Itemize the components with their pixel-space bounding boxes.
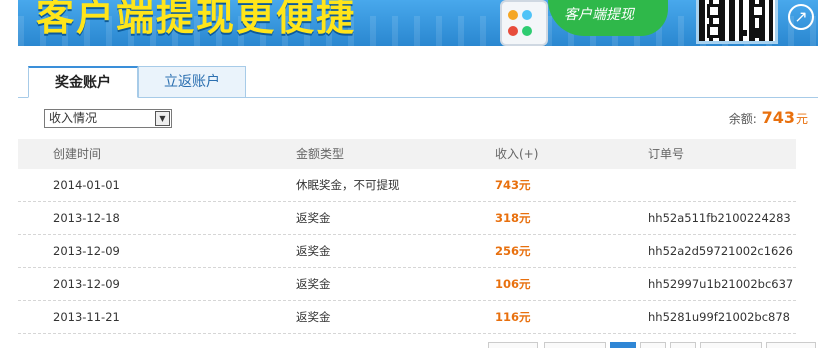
promo-banner[interactable]: 客户端提现更便捷 客户端提现 ↗ <box>18 0 818 46</box>
cell-order: hh52a2d59721002c1626 <box>648 244 793 258</box>
cell-order: hh52a511fb2100224283 <box>648 211 791 225</box>
balance-label: 余额: <box>728 112 757 126</box>
header-order-number: 订单号 <box>648 147 685 161</box>
cell-type: 返奖金 <box>296 244 331 258</box>
cell-date: 2013-12-09 <box>53 277 120 291</box>
income-table: 创建时间 金额类型 收入(+) 订单号 2014-01-01 休眠奖金，不可提现… <box>18 139 796 334</box>
cell-date: 2013-12-18 <box>53 211 120 225</box>
table-row: 2014-01-01 休眠奖金，不可提现 743元 <box>18 169 796 202</box>
cell-amount: 106元 <box>495 277 531 291</box>
pagination-next-button[interactable] <box>700 342 762 348</box>
header-amount-type: 金额类型 <box>296 147 345 161</box>
banner-bubble-text: 客户端提现 <box>564 7 634 23</box>
banner-headline: 客户端提现更便捷 <box>36 0 357 39</box>
cell-date: 2013-11-21 <box>53 310 120 324</box>
cell-amount: 318元 <box>495 211 531 225</box>
banner-speech-bubble: 客户端提现 <box>548 0 668 36</box>
table-row: 2013-11-21 返奖金 116元 hh5281u99f21002bc878 <box>18 301 796 334</box>
header-created-time: 创建时间 <box>53 147 102 161</box>
qr-code-icon <box>696 0 778 44</box>
chevron-down-icon[interactable]: ▼ <box>155 111 170 126</box>
balance-unit: 元 <box>795 112 808 126</box>
pagination-page-button[interactable] <box>640 342 666 348</box>
table-row: 2013-12-09 返奖金 106元 hh52997u1b21002bc637 <box>18 268 796 301</box>
cell-type: 返奖金 <box>296 310 331 324</box>
cell-type: 返奖金 <box>296 211 331 225</box>
cell-order: hh52997u1b21002bc637 <box>648 277 794 291</box>
cell-date: 2014-01-01 <box>53 178 120 192</box>
income-filter-select[interactable]: 收入情况 ▼ <box>44 109 172 128</box>
pagination-prev-button[interactable] <box>544 342 606 348</box>
arrow-up-right-icon: ↗ <box>788 4 814 30</box>
cell-order: hh5281u99f21002bc878 <box>648 310 790 324</box>
balance-value: 743 <box>761 108 795 127</box>
cell-date: 2013-12-09 <box>53 244 120 258</box>
cell-type: 休眠奖金，不可提现 <box>296 178 400 192</box>
filter-selected-value: 收入情况 <box>49 111 98 125</box>
cell-type: 返奖金 <box>296 277 331 291</box>
table-row: 2013-12-18 返奖金 318元 hh52a511fb2100224283 <box>18 202 796 235</box>
cell-amount: 743元 <box>495 178 531 192</box>
header-income: 收入(+) <box>495 147 539 161</box>
balance-display: 余额: 743元 <box>729 108 808 127</box>
pagination-current-page[interactable] <box>610 342 636 348</box>
cell-amount: 256元 <box>495 244 531 258</box>
cell-amount: 116元 <box>495 310 531 324</box>
table-row: 2013-12-09 返奖金 256元 hh52a2d59721002c1626 <box>18 235 796 268</box>
pagination-first-button[interactable] <box>488 342 538 348</box>
tab-rebate-account[interactable]: 立返账户 <box>138 66 246 98</box>
account-tabs: 奖金账户 立返账户 <box>18 66 818 98</box>
pagination-last-button[interactable] <box>766 342 816 348</box>
table-header: 创建时间 金额类型 收入(+) 订单号 <box>18 139 796 169</box>
phone-illustration <box>500 0 548 46</box>
tab-bonus-account[interactable]: 奖金账户 <box>28 66 138 98</box>
pagination-page-button[interactable] <box>670 342 696 348</box>
